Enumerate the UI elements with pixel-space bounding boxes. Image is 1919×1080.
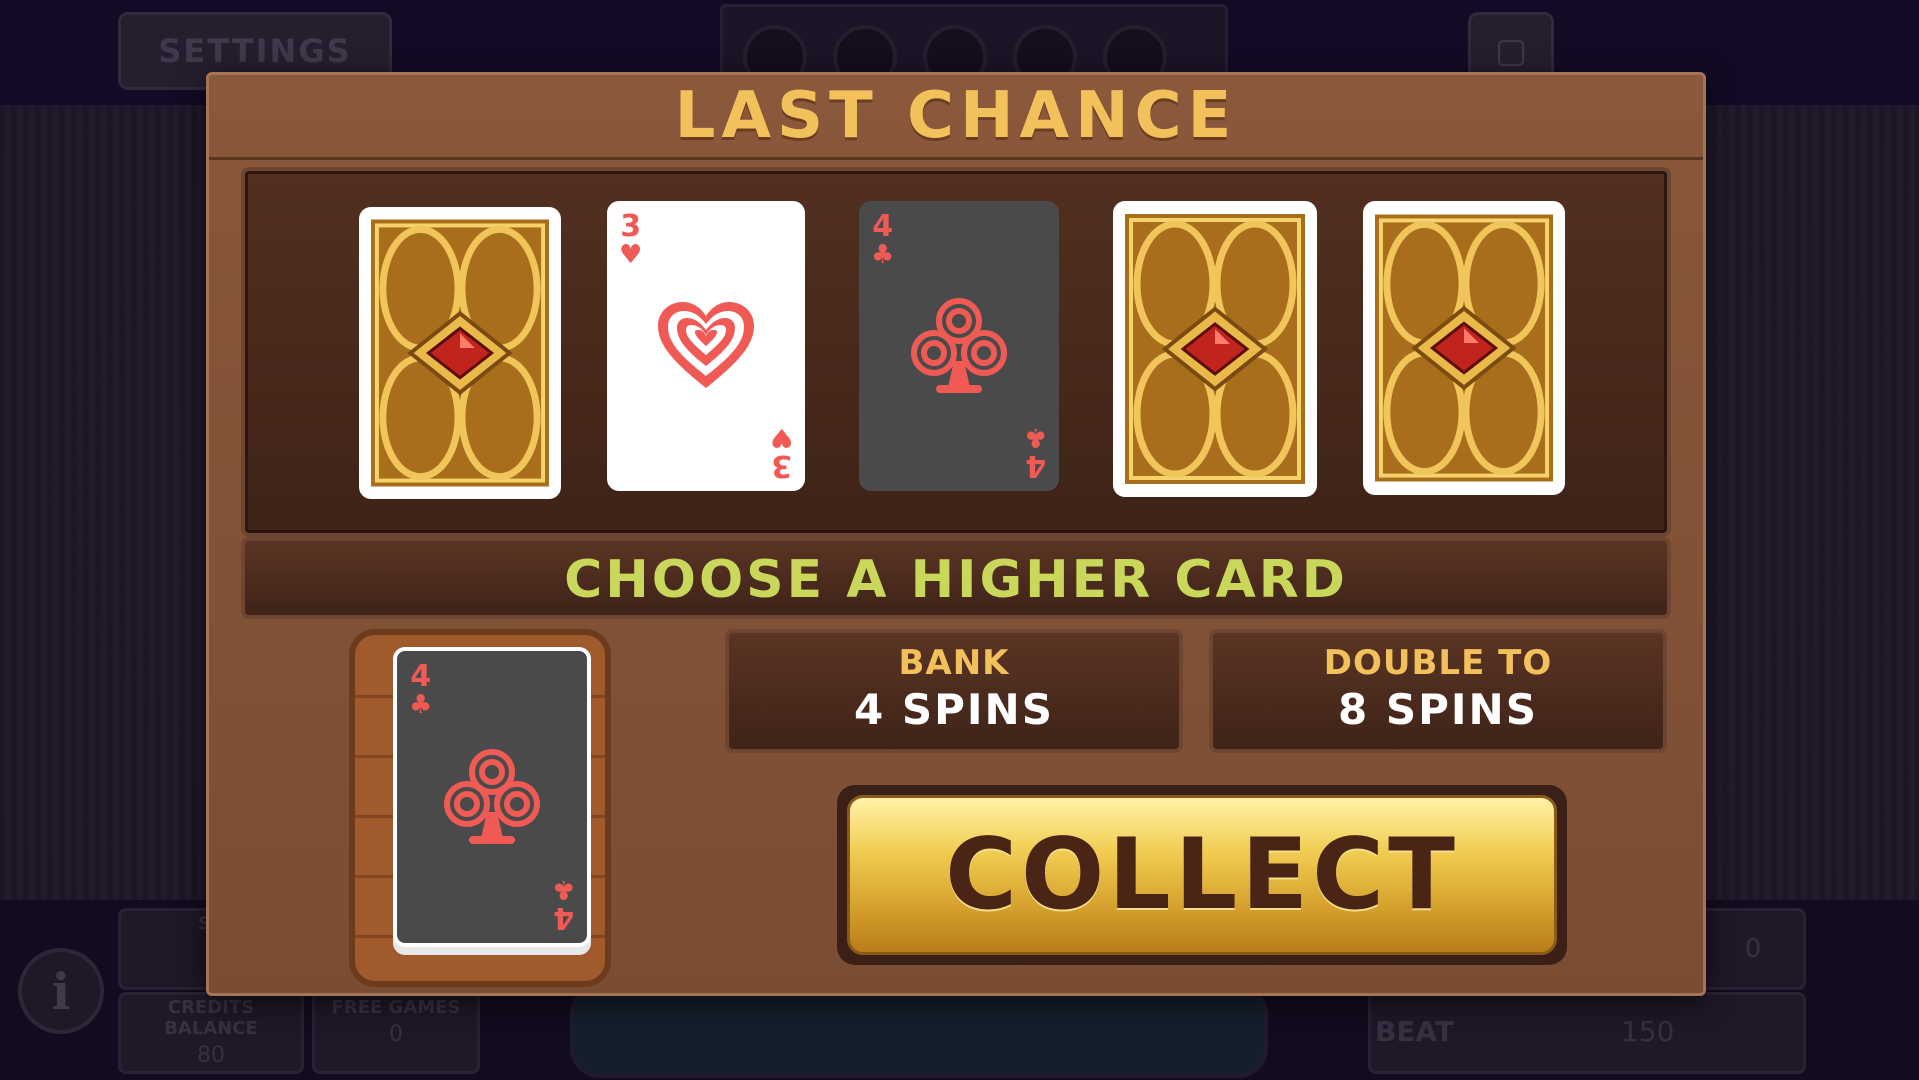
- cards-panel: 3 ♥ 3 ♥ 4 ♣ 4 ♣: [241, 167, 1671, 537]
- card-slot-3[interactable]: 4 ♣ 4 ♣: [859, 201, 1059, 491]
- double-to-value: 8 SPINS: [1338, 685, 1538, 734]
- card-slot-2[interactable]: 3 ♥ 3 ♥: [607, 201, 805, 491]
- card-corner: 4 ♣: [1023, 422, 1047, 483]
- dialog-title: LAST CHANCE: [209, 75, 1703, 160]
- card-corner: 3 ♥: [619, 209, 643, 270]
- card-corner: 3 ♥: [769, 422, 793, 483]
- card-slot-4[interactable]: [1113, 201, 1317, 497]
- prompt-text: CHOOSE A HIGHER CARD: [241, 537, 1671, 619]
- card-back-pattern: [371, 219, 549, 487]
- collect-button[interactable]: COLLECT: [837, 785, 1567, 965]
- card-corner: 4 ♣: [551, 874, 575, 935]
- card-corner: 4 ♣: [871, 209, 895, 270]
- heart-icon: [658, 302, 754, 388]
- double-to-box: DOUBLE TO 8 SPINS: [1209, 629, 1667, 753]
- double-to-label: DOUBLE TO: [1323, 643, 1553, 683]
- card-corner: 4 ♣: [409, 659, 433, 720]
- card-slot-1[interactable]: [359, 207, 561, 499]
- last-chance-dialog: LAST CHANCE 3 ♥ 3 ♥ 4 ♣ 4 ♣ CHOOSE A HIG…: [206, 72, 1706, 996]
- collect-label: COLLECT: [847, 795, 1557, 955]
- bank-label: BANK: [898, 643, 1010, 683]
- bank-box: BANK 4 SPINS: [725, 629, 1183, 753]
- club-icon: [444, 749, 540, 844]
- card-slot-5[interactable]: [1363, 201, 1565, 495]
- bank-value: 4 SPINS: [854, 685, 1054, 734]
- current-card: 4 ♣ 4 ♣: [393, 647, 591, 947]
- club-icon: [911, 298, 1007, 393]
- card-back-pattern: [1125, 214, 1305, 484]
- card-back-pattern: [1375, 214, 1553, 482]
